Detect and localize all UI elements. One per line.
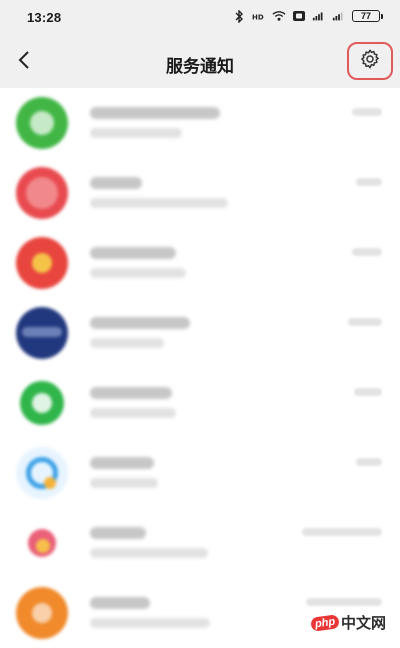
item-subtitle-placeholder xyxy=(90,268,186,278)
avatar xyxy=(16,167,68,219)
item-subtitle-placeholder xyxy=(90,198,228,208)
avatar xyxy=(16,377,68,429)
item-subtitle-placeholder xyxy=(90,548,208,558)
list-item[interactable] xyxy=(0,508,400,578)
status-time: 13:28 xyxy=(27,10,62,25)
item-time-placeholder xyxy=(302,528,382,536)
watermark-text: 中文网 xyxy=(340,615,386,632)
item-title-placeholder xyxy=(90,317,190,329)
notification-list xyxy=(0,88,400,648)
cell-signal-2-icon xyxy=(332,9,346,23)
item-time-placeholder xyxy=(354,388,382,396)
list-item[interactable] xyxy=(0,88,400,158)
gear-icon xyxy=(359,48,381,75)
item-time-placeholder xyxy=(356,178,382,186)
avatar xyxy=(16,237,68,289)
item-title-placeholder xyxy=(90,247,176,259)
item-time-placeholder xyxy=(352,108,382,116)
bluetooth-icon xyxy=(232,9,246,23)
item-subtitle-placeholder xyxy=(90,478,158,488)
settings-button[interactable] xyxy=(347,42,393,80)
hd-signal-icon: HD xyxy=(252,9,266,23)
item-title-placeholder xyxy=(90,597,150,609)
list-item[interactable] xyxy=(0,158,400,228)
watermark: php 中文网 xyxy=(309,612,386,633)
list-item[interactable] xyxy=(0,438,400,508)
status-bar: 13:28 HD 77 xyxy=(0,0,400,36)
battery-icon: 77 xyxy=(352,10,383,22)
navigation-bar: 服务通知 xyxy=(0,36,400,88)
item-title-placeholder xyxy=(90,107,220,119)
item-title-placeholder xyxy=(90,457,154,469)
watermark-logo: php xyxy=(309,613,340,632)
list-item[interactable] xyxy=(0,368,400,438)
avatar xyxy=(16,447,68,499)
item-title-placeholder xyxy=(90,527,146,539)
item-subtitle-placeholder xyxy=(90,338,164,348)
item-title-placeholder xyxy=(90,177,142,189)
item-time-placeholder xyxy=(306,598,382,606)
avatar xyxy=(16,97,68,149)
page-title: 服务通知 xyxy=(166,57,234,76)
item-subtitle-placeholder xyxy=(90,128,182,138)
avatar xyxy=(16,307,68,359)
item-time-placeholder xyxy=(348,318,382,326)
nfc-icon xyxy=(292,9,306,23)
item-time-placeholder xyxy=(356,458,382,466)
svg-text:HD: HD xyxy=(252,13,264,21)
status-icons: HD 77 xyxy=(232,9,383,23)
avatar xyxy=(16,587,68,639)
list-item[interactable] xyxy=(0,298,400,368)
cell-signal-1-icon xyxy=(312,9,326,23)
item-title-placeholder xyxy=(90,387,172,399)
list-item[interactable] xyxy=(0,228,400,298)
item-subtitle-placeholder xyxy=(90,408,176,418)
avatar xyxy=(16,517,68,569)
wifi-icon xyxy=(272,9,286,23)
item-time-placeholder xyxy=(352,248,382,256)
item-subtitle-placeholder xyxy=(90,618,210,628)
